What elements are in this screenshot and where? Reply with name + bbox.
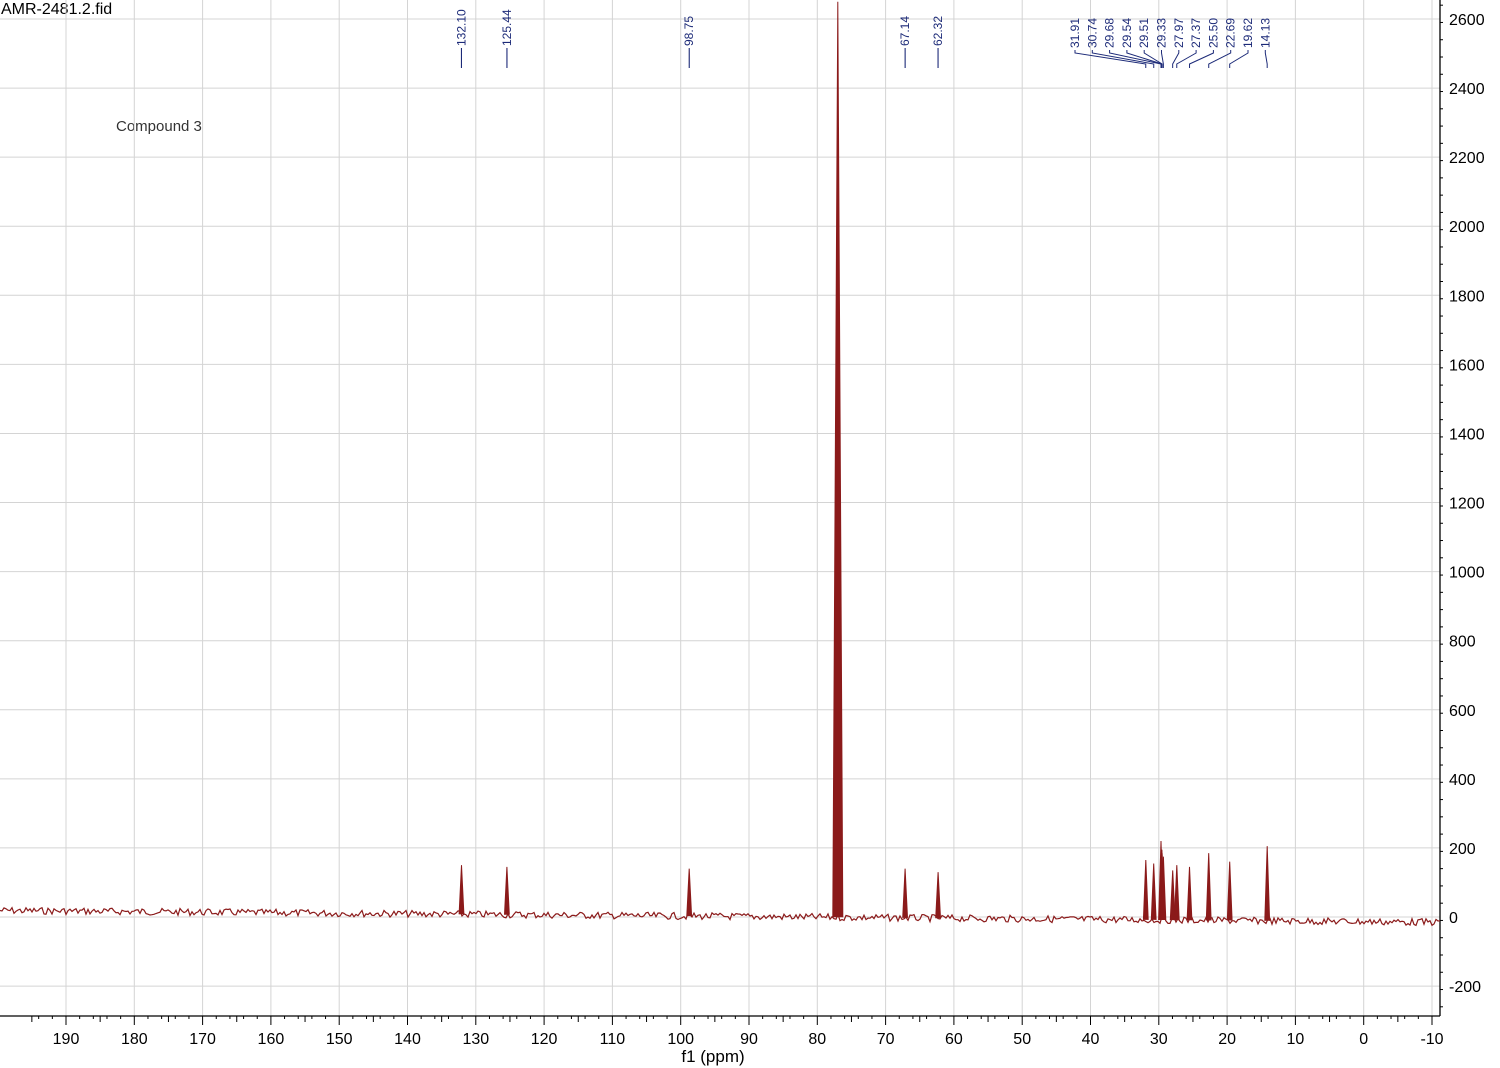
- peak-label: 30.74: [1085, 18, 1099, 48]
- x-tick-label: 10: [1287, 1031, 1305, 1048]
- x-tick-label: 90: [740, 1031, 758, 1048]
- y-tick-label: 800: [1449, 634, 1476, 651]
- peak-label: 132.10: [454, 9, 468, 46]
- x-tick-label: 70: [877, 1031, 895, 1048]
- y-tick-label: 2400: [1449, 81, 1485, 98]
- peak-label: 25.50: [1206, 18, 1220, 48]
- x-tick-label: 80: [808, 1031, 826, 1048]
- peak-label: 67.14: [898, 16, 912, 46]
- spectrum-peak: [902, 868, 908, 918]
- x-tick-label: 20: [1218, 1031, 1236, 1048]
- x-tick-label: 110: [600, 1031, 626, 1048]
- spectrum-peak: [1205, 853, 1212, 921]
- spectrum-peak: [504, 866, 510, 915]
- peak-label: 27.37: [1189, 18, 1203, 48]
- x-tick-label: 30: [1150, 1031, 1168, 1048]
- peak-label: 27.97: [1172, 18, 1186, 48]
- spectrum-peak: [935, 872, 941, 919]
- y-tick-label: 1800: [1449, 288, 1485, 305]
- y-tick-label: 1400: [1449, 426, 1485, 443]
- peak-label: 14.13: [1258, 18, 1272, 48]
- y-tick-label: 600: [1449, 703, 1476, 720]
- spectrum: [0, 1, 1441, 927]
- peak-label: 62.32: [931, 16, 945, 46]
- peak-label-leader: [1172, 50, 1180, 68]
- nmr-spectrum-chart: 190 180 170 160 150 140 130 120 110 100 90 80 70 60 50…: [0, 0, 1485, 1066]
- y-tick-label: 2600: [1449, 12, 1485, 29]
- spectrum-peak: [686, 868, 693, 917]
- x-tick-label: -10: [1420, 1031, 1443, 1048]
- peak-label-leader: [1176, 50, 1197, 68]
- peak-label: 125.44: [500, 9, 514, 46]
- spectrum-peak: [1173, 865, 1180, 921]
- spectrum-peak: [832, 1, 844, 918]
- x-tick-label: 40: [1082, 1031, 1100, 1048]
- peak-labels: 132.10 125.44 98.75 67.14 62.32 31.91 30.74 29.…: [454, 9, 1272, 68]
- peak-label-leader: [1264, 50, 1268, 68]
- y-tick-label: 400: [1449, 772, 1476, 789]
- peak-label-leader: [1229, 50, 1249, 68]
- x-tick-label: 140: [394, 1031, 421, 1048]
- y-tick-label: 2000: [1449, 219, 1485, 236]
- y-tick-label: 200: [1449, 841, 1476, 858]
- x-tick-label: 150: [326, 1031, 353, 1048]
- y-tick-label: 1000: [1449, 565, 1485, 582]
- y-tick-label: 0: [1449, 910, 1458, 927]
- x-tick-label: 50: [1013, 1031, 1031, 1048]
- peak-label: 22.69: [1224, 18, 1238, 48]
- peak-label: 31.91: [1068, 18, 1082, 48]
- spectrum-peak: [1150, 863, 1157, 920]
- x-axis-title: f1 (ppm): [681, 1047, 744, 1066]
- x-tick-label: 120: [531, 1031, 558, 1048]
- x-tick-label: 170: [189, 1031, 216, 1048]
- x-tick-label: 180: [121, 1031, 148, 1048]
- spectrum-peak: [1226, 861, 1233, 921]
- spectrum-peak: [1186, 866, 1193, 921]
- peak-label: 29.51: [1137, 18, 1151, 48]
- x-tick-label: 130: [462, 1031, 489, 1048]
- peak-label: 98.75: [682, 16, 696, 46]
- x-tick-label: 190: [53, 1031, 80, 1048]
- x-tick-label: 0: [1359, 1031, 1368, 1048]
- spectrum-peak: [458, 865, 465, 915]
- peak-label: 29.54: [1120, 18, 1134, 48]
- y-tick-label: 2200: [1449, 150, 1485, 167]
- peak-label: 29.68: [1103, 18, 1117, 48]
- spectrum-peak: [1142, 859, 1149, 920]
- y-tick-label: 1600: [1449, 357, 1485, 374]
- spectrum-peak: [1264, 846, 1271, 921]
- x-tick-label: 100: [667, 1031, 694, 1048]
- peak-label-leader: [1189, 50, 1214, 68]
- y-tick-label: -200: [1449, 979, 1481, 996]
- grid: [0, 0, 1440, 1016]
- peak-label: 19.62: [1241, 18, 1255, 48]
- y-tick-label: 1200: [1449, 496, 1485, 513]
- x-tick-label: 160: [258, 1031, 285, 1048]
- x-tick-label: 60: [945, 1031, 963, 1048]
- peak-label: 29.33: [1155, 18, 1169, 48]
